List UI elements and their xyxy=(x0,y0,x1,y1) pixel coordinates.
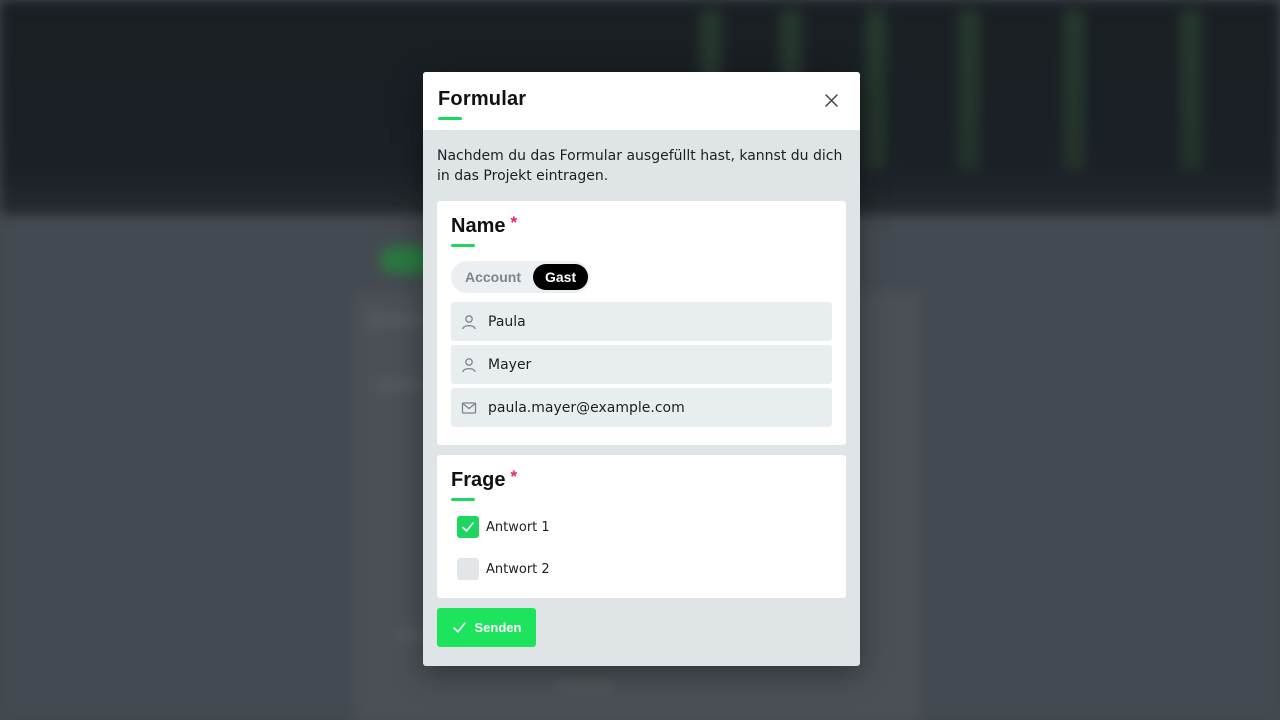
name-card: Name * Account Gast xyxy=(437,201,846,445)
answer-option-1[interactable]: Antwort 1 xyxy=(451,516,832,538)
intro-text: Nachdem du das Formular ausgefüllt hast,… xyxy=(437,148,843,184)
required-asterisk: * xyxy=(510,213,518,232)
answer-label: Antwort 2 xyxy=(486,561,550,577)
checkbox-unchecked[interactable] xyxy=(457,558,479,580)
submit-label: Senden xyxy=(474,620,522,635)
name-fields xyxy=(451,302,832,427)
toggle-account[interactable]: Account xyxy=(453,264,533,290)
toggle-guest[interactable]: Gast xyxy=(533,264,589,290)
form-modal: Formular Nachdem du das Formular ausgefü… xyxy=(423,72,860,666)
account-type-toggle: Account Gast xyxy=(451,261,591,293)
question-heading: Frage * xyxy=(451,467,832,492)
section-underline xyxy=(451,498,475,501)
answer-label: Antwort 1 xyxy=(486,519,550,535)
last-name-field xyxy=(451,345,832,384)
last-name-input[interactable] xyxy=(488,356,822,373)
modal-title: Formular xyxy=(438,88,527,110)
question-title: Frage xyxy=(451,469,506,491)
user-icon xyxy=(462,357,476,372)
question-card: Frage * Antwort 1 Antwort 2 xyxy=(437,455,846,598)
modal-header: Formular xyxy=(423,72,860,130)
close-icon xyxy=(825,94,838,107)
answer-option-2[interactable]: Antwort 2 xyxy=(451,558,832,580)
check-icon xyxy=(462,522,474,532)
name-heading: Name * xyxy=(451,213,832,238)
email-input[interactable] xyxy=(488,399,822,416)
checkbox-checked[interactable] xyxy=(457,516,479,538)
submit-button[interactable]: Senden xyxy=(437,608,536,647)
title-underline xyxy=(438,117,462,120)
answer-options: Antwort 1 Antwort 2 xyxy=(451,516,832,580)
user-icon xyxy=(462,314,476,329)
modal-body: Nachdem du das Formular ausgefüllt hast,… xyxy=(423,130,860,647)
mail-icon xyxy=(461,401,477,414)
required-asterisk: * xyxy=(510,467,518,486)
first-name-input[interactable] xyxy=(488,313,822,330)
first-name-field xyxy=(451,302,832,341)
close-button[interactable] xyxy=(823,92,840,109)
section-underline xyxy=(451,244,475,247)
email-field xyxy=(451,388,832,427)
name-title: Name xyxy=(451,215,506,237)
check-icon xyxy=(452,622,466,633)
